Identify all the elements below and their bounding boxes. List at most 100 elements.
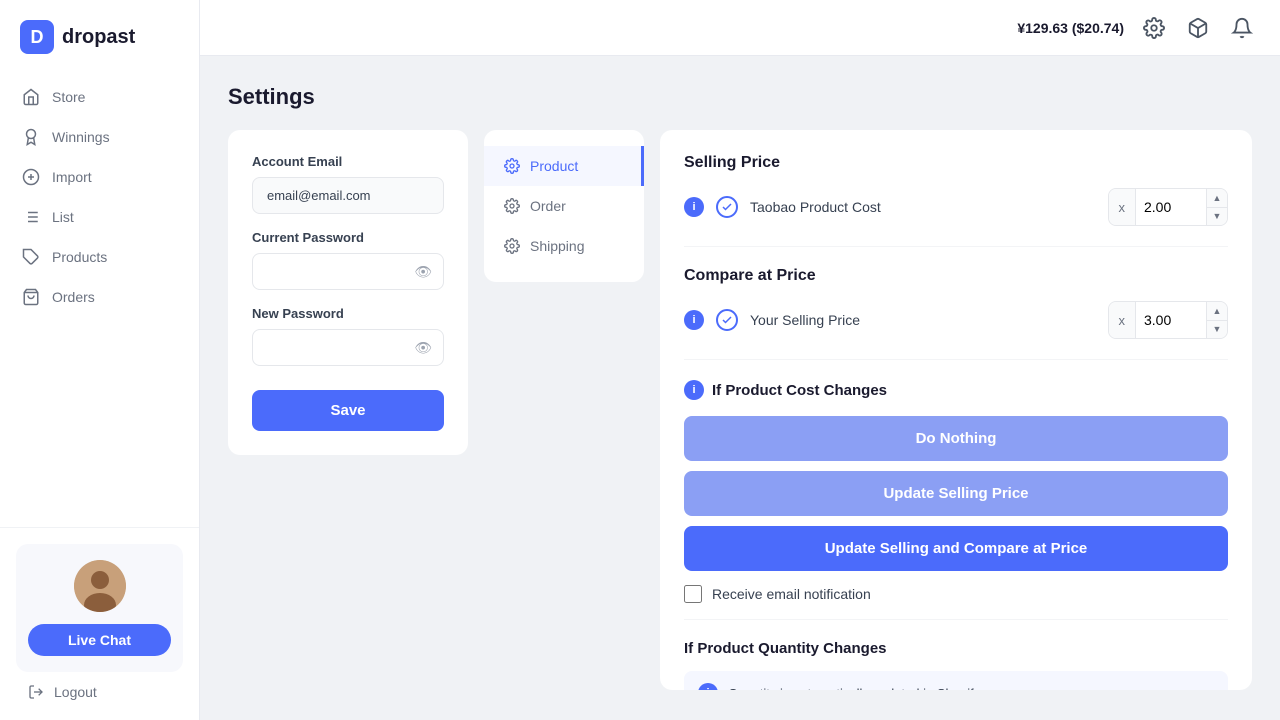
orders-icon (22, 288, 40, 306)
tab-order[interactable]: Order (484, 186, 644, 226)
save-button[interactable]: Save (252, 390, 444, 431)
order-tab-icon (504, 198, 520, 214)
tab-product[interactable]: Product (484, 146, 644, 186)
compare-price-row: i Your Selling Price x ▲ ▼ (684, 301, 1228, 339)
logout-label: Logout (54, 684, 97, 700)
selling-price-info-icon: i (684, 197, 704, 217)
list-icon (22, 208, 40, 226)
current-password-group: Current Password 👁 (252, 230, 444, 290)
sidebar-item-winnings-label: Winnings (52, 129, 110, 145)
sidebar-item-orders[interactable]: Orders (10, 278, 189, 316)
compare-price-spinners: ▲ ▼ (1206, 302, 1227, 338)
do-nothing-button[interactable]: Do Nothing (684, 416, 1228, 461)
update-selling-button[interactable]: Update Selling Price (684, 471, 1228, 516)
shipping-tab-icon (504, 238, 520, 254)
tab-order-label: Order (530, 198, 566, 214)
sidebar-item-import-label: Import (52, 169, 92, 185)
compare-price-down[interactable]: ▼ (1207, 321, 1227, 339)
if-cost-changes-title: i If Product Cost Changes (684, 380, 1228, 400)
new-password-group: New Password 👁 (252, 306, 444, 366)
selling-price-up[interactable]: ▲ (1207, 189, 1227, 208)
sidebar-item-store-label: Store (52, 89, 85, 105)
settings-layout: Account Email Current Password 👁 New Pas… (228, 130, 1252, 690)
sidebar-item-list[interactable]: List (10, 198, 189, 236)
store-icon (22, 88, 40, 106)
selling-price-row: i Taobao Product Cost x ▲ ▼ (684, 188, 1228, 226)
sidebar-item-import[interactable]: Import (10, 158, 189, 196)
selling-price-title: Selling Price (684, 154, 1228, 172)
selling-price-source-label: Taobao Product Cost (750, 199, 1096, 215)
compare-price-check-icon (716, 309, 738, 331)
product-tab-icon (504, 158, 520, 174)
selling-price-down[interactable]: ▼ (1207, 208, 1227, 226)
email-label: Account Email (252, 154, 444, 169)
topbar: ¥129.63 ($20.74) (200, 0, 1280, 56)
compare-price-title: Compare at Price (684, 267, 1228, 285)
selling-price-input[interactable] (1136, 199, 1206, 215)
compare-price-source-label: Your Selling Price (750, 312, 1096, 328)
new-password-wrap: 👁 (252, 329, 444, 366)
tab-shipping[interactable]: Shipping (484, 226, 644, 266)
sidebar-nav: Store Winnings Import List Products Orde… (0, 78, 199, 527)
email-notification-checkbox[interactable] (684, 585, 702, 603)
selling-price-spinners: ▲ ▼ (1206, 189, 1227, 225)
selling-price-input-wrap: x ▲ ▼ (1108, 188, 1229, 226)
tab-product-label: Product (530, 158, 578, 174)
notifications-icon[interactable] (1228, 14, 1256, 42)
sidebar-item-products[interactable]: Products (10, 238, 189, 276)
balance-display: ¥129.63 ($20.74) (1017, 20, 1124, 36)
logo: D dropast (0, 0, 199, 78)
account-card: Account Email Current Password 👁 New Pas… (228, 130, 468, 455)
products-icon (22, 248, 40, 266)
compare-price-up[interactable]: ▲ (1207, 302, 1227, 321)
main: ¥129.63 ($20.74) Settings Account Email … (200, 0, 1280, 720)
box-icon[interactable] (1184, 14, 1212, 42)
compare-price-info-icon: i (684, 310, 704, 330)
new-password-label: New Password (252, 306, 444, 321)
content: Settings Account Email Current Password … (200, 56, 1280, 720)
import-icon (22, 168, 40, 186)
logout-item[interactable]: Logout (16, 672, 183, 704)
selling-price-x: x (1109, 189, 1137, 225)
selling-price-check-icon (716, 196, 738, 218)
page-title: Settings (228, 84, 1252, 110)
sidebar-item-winnings[interactable]: Winnings (10, 118, 189, 156)
live-chat-button[interactable]: Live Chat (28, 624, 171, 656)
eye-icon-new[interactable]: 👁 (414, 339, 432, 356)
sidebar-item-products-label: Products (52, 249, 107, 265)
avatar (74, 560, 126, 612)
sidebar-item-store[interactable]: Store (10, 78, 189, 116)
update-selling-compare-button[interactable]: Update Selling and Compare at Price (684, 526, 1228, 571)
email-notification-label: Receive email notification (712, 586, 871, 602)
divider-3 (684, 619, 1228, 620)
settings-tabs-card: Product Order Shipping (484, 130, 644, 282)
tab-shipping-label: Shipping (530, 238, 585, 254)
compare-price-x: x (1109, 302, 1137, 338)
logout-icon (28, 684, 44, 700)
logo-text: dropast (62, 26, 135, 49)
eye-icon-current[interactable]: 👁 (414, 263, 432, 280)
email-input[interactable] (252, 177, 444, 214)
divider-1 (684, 246, 1228, 247)
current-password-wrap: 👁 (252, 253, 444, 290)
sidebar-item-orders-label: Orders (52, 289, 95, 305)
if-cost-changes-label: If Product Cost Changes (712, 382, 887, 399)
compare-price-input[interactable] (1136, 312, 1206, 328)
settings-icon[interactable] (1140, 14, 1168, 42)
quantity-section-title: If Product Quantity Changes (684, 640, 1228, 657)
cost-changes-info-icon: i (684, 380, 704, 400)
sidebar-bottom: Live Chat Logout (0, 527, 199, 720)
email-group: Account Email (252, 154, 444, 214)
quantity-info-icon: i (698, 683, 718, 690)
divider-2 (684, 359, 1228, 360)
quantity-info-row: i Quantity is automatically updated in S… (684, 671, 1228, 690)
email-notification-row: Receive email notification (684, 585, 1228, 603)
logo-icon: D (20, 20, 54, 54)
product-panel: Selling Price i Taobao Product Cost x ▲ … (660, 130, 1252, 690)
live-chat-card: Live Chat (16, 544, 183, 672)
avatar-image (74, 560, 126, 612)
compare-price-input-wrap: x ▲ ▼ (1108, 301, 1229, 339)
winnings-icon (22, 128, 40, 146)
quantity-info-text: Quantity is automatically updated in Sho… (728, 686, 980, 691)
sidebar-item-list-label: List (52, 209, 74, 225)
